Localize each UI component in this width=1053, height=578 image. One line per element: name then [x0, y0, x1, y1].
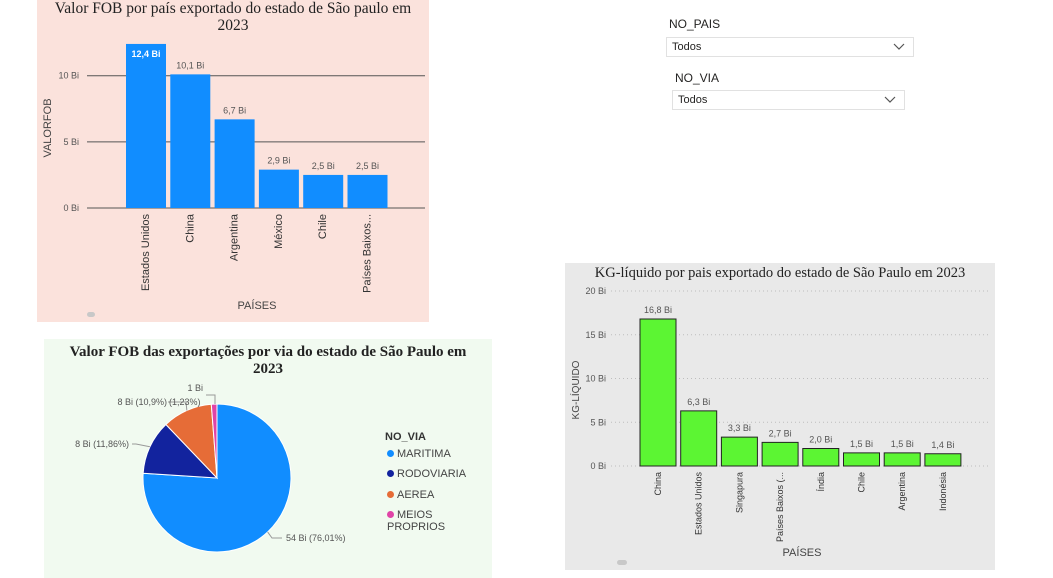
legend-item-rodoviaria[interactable]: RODOVIARIA — [387, 468, 466, 480]
fob-country-chart-scrollbar[interactable] — [87, 312, 95, 317]
kg-country-chart-scrollbar[interactable] — [617, 560, 627, 565]
legend-item-meios-proprios[interactable]: MEIOS PROPRIOS — [387, 509, 492, 533]
data-label: 2,0 Bi — [809, 435, 832, 445]
leader-line — [132, 443, 151, 448]
leader-line — [206, 394, 216, 404]
pie-data-label: 54 Bi (76,01%) — [286, 533, 346, 543]
data-label: 2,7 Bi — [769, 428, 792, 438]
x-category-label: China — [184, 213, 196, 243]
slicer-via-label: NO_VIA — [675, 71, 720, 85]
data-label: 6,7 Bi — [223, 105, 246, 115]
legend-item-aerea[interactable]: AEREA — [387, 489, 434, 501]
pie-data-label-pct: (1,23%) — [169, 397, 201, 407]
data-label: 2,5 Bi — [312, 161, 335, 171]
x-category-label: China — [653, 472, 663, 496]
slicer-pais-value: Todos — [672, 41, 702, 53]
bar — [639, 318, 677, 467]
bar — [924, 453, 962, 467]
bar — [258, 169, 299, 208]
slicer-via-value: Todos — [678, 94, 708, 106]
bar — [761, 441, 799, 467]
legend-dot-icon — [387, 511, 394, 518]
data-label: 2,5 Bi — [356, 161, 379, 171]
bar — [843, 452, 880, 467]
y-axis-title: VALORFOB — [42, 98, 54, 157]
data-label: 12,4 Bi — [131, 49, 160, 59]
bar — [883, 452, 921, 467]
x-category-label: Argentina — [897, 472, 907, 511]
chevron-down-icon — [884, 96, 896, 103]
y-tick-label: 20 Bi — [585, 286, 606, 296]
y-tick-label: 10 Bi — [58, 71, 79, 81]
x-category-label: Índia — [816, 472, 826, 492]
y-tick-label: 5 Bi — [63, 137, 79, 147]
data-label: 6,3 Bi — [687, 397, 710, 407]
data-label: 16,8 Bi — [644, 305, 672, 315]
pie-legend-title: NO_VIA — [385, 431, 426, 443]
x-category-label: Estados Unidos — [140, 214, 152, 292]
y-tick-label: 10 Bi — [585, 374, 606, 384]
bar — [720, 436, 758, 467]
slicer-pais-label: NO_PAIS — [669, 17, 721, 31]
fob-country-bar-chart: 0 Bi 5 Bi 10 Bi 12,4 Bi Estados Unidos 10,1 B… — [42, 43, 425, 312]
legend-label: RODOVIARIA — [397, 468, 467, 480]
x-axis-title: PAÍSES — [783, 546, 822, 559]
fob-country-chart-panel: Valor FOB por país exportado do estado d… — [37, 0, 429, 322]
y-axis-title: KG-LÍQUIDO — [569, 360, 582, 419]
legend-label: AEREA — [397, 489, 435, 501]
legend-dot-icon — [387, 450, 394, 457]
legend-label: MARITIMA — [397, 448, 451, 460]
x-category-label: México — [273, 214, 285, 249]
x-category-label: Indonésia — [938, 472, 948, 511]
x-category-label: Chile — [317, 214, 329, 239]
data-label: 2,9 Bi — [267, 156, 290, 166]
y-tick-label: 0 Bi — [590, 461, 606, 471]
leader-line — [267, 531, 282, 539]
legend-dot-icon — [387, 491, 394, 498]
x-category-label: Argentina — [229, 213, 241, 261]
legend-label: MEIOS PROPRIOS — [387, 509, 446, 533]
legend-dot-icon — [387, 470, 394, 477]
data-label: 1,5 Bi — [850, 439, 873, 449]
slicer-pais-dropdown[interactable]: Todos — [666, 37, 914, 57]
pie-data-label: 1 Bi — [187, 383, 203, 393]
bar — [347, 174, 388, 208]
x-category-label: Singapura — [734, 472, 744, 513]
x-category-label: Países Baixos... — [362, 214, 374, 293]
pie-data-label: 8 Bi (10,9%) — [117, 397, 167, 407]
bar — [802, 448, 840, 467]
fob-via-pie-panel: Valor FOB das exportações por via do est… — [44, 339, 492, 578]
bar — [303, 174, 344, 208]
x-category-label: Países Baixos (... — [775, 472, 785, 542]
x-axis-title: PAÍSES — [238, 299, 277, 312]
data-label: 1,5 Bi — [891, 439, 914, 449]
bar — [170, 74, 211, 208]
pie-data-label: 8 Bi (11,86%) — [75, 439, 129, 449]
kg-country-chart-panel: KG-líquido por pais exportado do estado … — [565, 263, 995, 570]
bar — [214, 119, 255, 208]
data-label: 1,4 Bi — [931, 440, 954, 450]
data-label: 10,1 Bi — [176, 60, 204, 70]
bar — [126, 43, 166, 208]
kg-country-bar-chart: 0 Bi 5 Bi 10 Bi 15 Bi 20 Bi 16,8 Bi China 6,3 B… — [569, 286, 988, 559]
x-category-label: Chile — [857, 472, 867, 493]
y-tick-label: 15 Bi — [585, 330, 606, 340]
bar — [680, 410, 718, 467]
data-label: 3,3 Bi — [728, 423, 751, 433]
x-category-label: Estados Unidos — [694, 472, 704, 536]
slicer-via-dropdown[interactable]: Todos — [672, 90, 905, 110]
y-tick-label: 5 Bi — [590, 417, 606, 427]
legend-item-maritima[interactable]: MARITIMA — [387, 448, 451, 460]
chevron-down-icon — [893, 43, 905, 50]
y-tick-label: 0 Bi — [63, 203, 79, 213]
